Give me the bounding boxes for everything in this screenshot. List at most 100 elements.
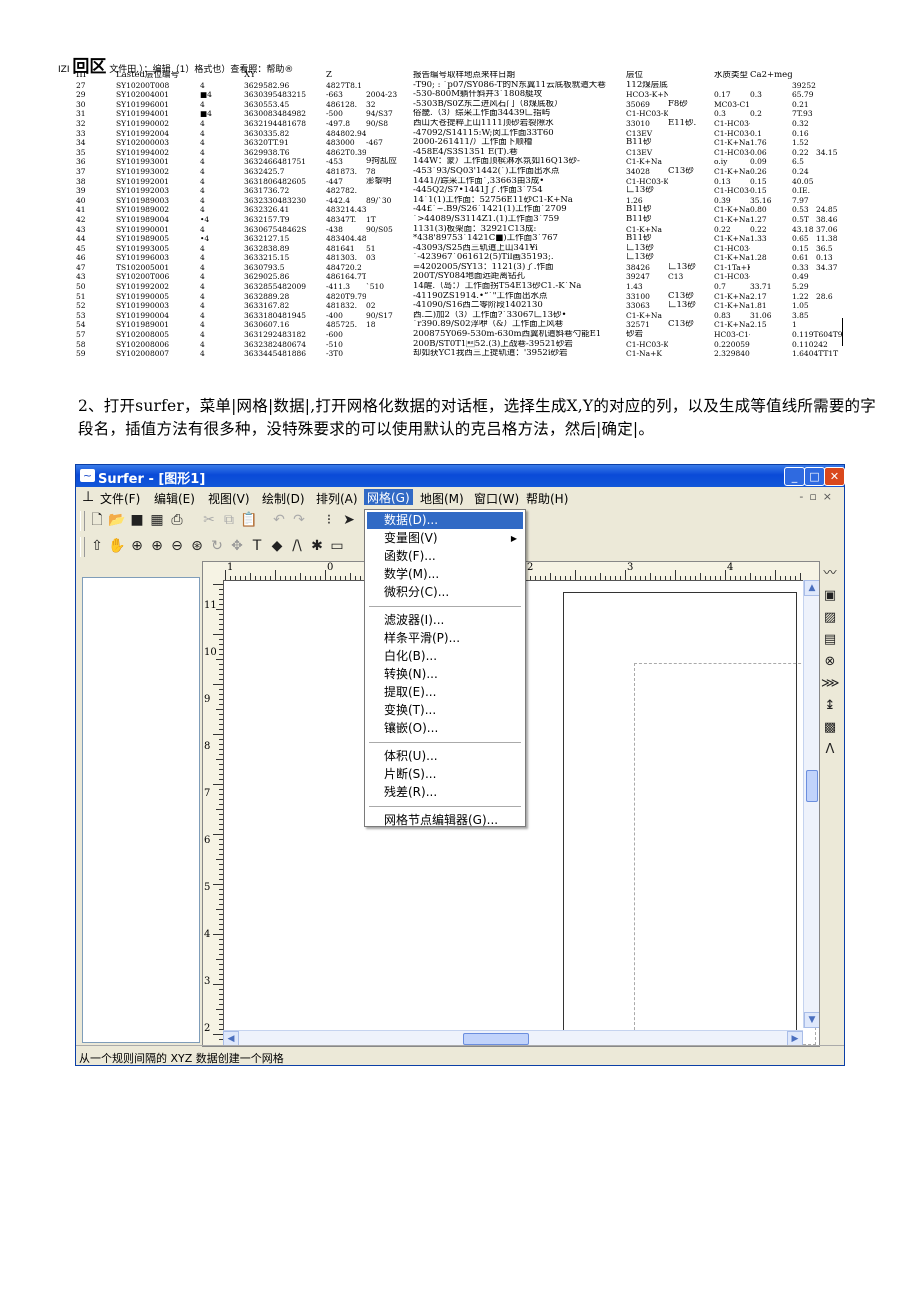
table-cell: 90/S17	[366, 310, 393, 320]
pan-hand-icon[interactable]: ✋	[108, 537, 126, 555]
open-folder-icon[interactable]: 📂	[108, 511, 126, 529]
classed-post-icon[interactable]: ⊗	[821, 653, 839, 671]
grid-menu-item[interactable]: 片断(S)...	[367, 766, 523, 783]
zoom-fit-icon[interactable]: ⊛	[188, 537, 206, 555]
symbol-icon[interactable]: ✱	[308, 537, 326, 555]
object-manager-icon[interactable]: ⁝	[320, 511, 338, 529]
base-map-icon[interactable]: ▣	[821, 587, 839, 605]
zoom-out-icon[interactable]: ⊖	[168, 537, 186, 555]
object-manager-panel[interactable]	[82, 577, 200, 1043]
maximize-button[interactable]: □	[804, 467, 825, 486]
menu-edit[interactable]: 编辑(E)	[154, 490, 195, 507]
ruler-label: 9	[204, 694, 211, 705]
table-row: 58 SY102008006 4 3632382480674 -510 200B/ST0T…	[76, 340, 846, 350]
text-icon[interactable]: T	[248, 537, 266, 555]
minimize-button[interactable]: _	[784, 467, 805, 486]
grid-menu-item[interactable]: 变换(T)...	[367, 702, 523, 719]
vertical-scroll-thumb[interactable]	[806, 770, 818, 802]
select-arrow-icon[interactable]: ➤	[340, 511, 358, 529]
grid-menu-item[interactable]: 数学(M)...	[367, 566, 523, 583]
table-cell: 144W：蒙）工作面顶槟淋水氛如16Q13砂-	[413, 157, 580, 167]
table-cell: SY101989003	[116, 195, 170, 205]
grid-menu-item[interactable]: 白化(B)...	[367, 648, 523, 665]
table-cell: C13砂	[668, 166, 694, 176]
arrow-up-icon[interactable]: ⇧	[88, 537, 106, 555]
close-button[interactable]: ✕	[824, 467, 845, 486]
reshape-icon[interactable]: ✥	[228, 537, 246, 555]
worksheet-icon[interactable]: ▦	[148, 511, 166, 529]
grid-menu-item[interactable]: 残差(R)...	[367, 784, 523, 801]
menu-arrange[interactable]: 排列(A)	[316, 490, 358, 507]
table-cell: 7.97	[792, 195, 809, 205]
grid-menu-item[interactable]: 体积(U)...	[367, 748, 523, 765]
menu-map[interactable]: 地图(M)	[420, 490, 464, 507]
grid-menu-item[interactable]: 微积分(C)...	[367, 584, 523, 601]
copy-icon[interactable]: ⧉	[220, 511, 238, 529]
table-cell: `r390.89/S02浮咿（&）工作面上风巷	[413, 320, 564, 330]
polygon-icon[interactable]: ◆	[268, 537, 286, 555]
table-cell: 4	[200, 301, 205, 311]
document-icon[interactable]: ⊥	[82, 489, 94, 505]
table-cell: 51	[76, 291, 86, 301]
menu-grid[interactable]: 网格(G)	[364, 489, 413, 505]
scroll-down-icon[interactable]: ▼	[804, 1012, 819, 1028]
vector-map-icon[interactable]: ⋙	[821, 675, 840, 693]
save-icon[interactable]: ■	[128, 511, 146, 529]
table-cell: 0.09	[750, 157, 767, 167]
redo-icon[interactable]: ↷	[290, 511, 308, 529]
table-cell: 4	[200, 320, 205, 330]
table-cell: 3632466481751	[244, 157, 307, 167]
mdi-controls[interactable]: -▫×	[799, 490, 838, 503]
menu-file[interactable]: 文件(F)	[100, 490, 140, 507]
print-icon[interactable]: ⎙	[168, 511, 186, 529]
grid-menu-item[interactable]: 网格节点编辑器(G)...	[367, 812, 523, 829]
horizontal-scroll-thumb[interactable]	[463, 1033, 529, 1045]
surface-3d-icon[interactable]: ▩	[821, 719, 839, 737]
grid-menu-item[interactable]: 数据(D)...	[367, 512, 523, 529]
table-cell: 6.5	[792, 157, 804, 167]
menu-help[interactable]: 帮助(H)	[526, 490, 568, 507]
table-cell: 50	[76, 282, 86, 292]
grid-menu-item[interactable]: 样条平滑(P)...	[367, 630, 523, 647]
table-cell: 65.79	[792, 90, 814, 100]
table-cell: B11砂	[626, 138, 652, 148]
table-cell: C13EV	[626, 128, 653, 138]
menu-window[interactable]: 窗口(W)	[474, 490, 519, 507]
table-cell: -442.4	[326, 195, 351, 205]
table-cell: 0.22	[750, 224, 767, 234]
grid-menu-item[interactable]: 提取(E)...	[367, 684, 523, 701]
grid-menu-item[interactable]: 滤波器(I)...	[367, 612, 523, 629]
paste-icon[interactable]: 📋	[240, 511, 258, 529]
zoom-in-icon[interactable]: ⊕	[148, 537, 166, 555]
menu-draw[interactable]: 绘制(D)	[262, 490, 305, 507]
grid-menu-item[interactable]: 函数(F)...	[367, 548, 523, 565]
table-row: 30 SY101996001 4 3630553.45 486128. 32 -5303B/…	[76, 100, 846, 110]
table-cell: SY101993002	[116, 166, 170, 176]
zoom-rect-icon[interactable]: ⊕	[128, 537, 146, 555]
wireframe-icon[interactable]: Λ	[821, 741, 839, 759]
table-cell: ■4	[200, 90, 212, 100]
new-file-icon[interactable]: 🗋	[88, 511, 106, 529]
cut-icon[interactable]: ✂	[200, 511, 218, 529]
table-cell: 4	[200, 205, 205, 215]
image-map-icon[interactable]: ▨	[821, 609, 839, 627]
post-map-icon[interactable]: ▤	[821, 631, 839, 649]
table-cell: 0.24	[792, 166, 809, 176]
grid-menu-item[interactable]: 变量图(V) ▶	[367, 530, 523, 547]
contour-map-icon[interactable]: 〰	[821, 565, 839, 583]
grid-menu-item[interactable]: 镶嵌(O)...	[367, 720, 523, 737]
table-cell: 1.27	[750, 214, 767, 224]
axis-icon[interactable]: ↨	[821, 697, 839, 715]
table-cell: 43	[76, 224, 86, 234]
menu-view[interactable]: 视图(V)	[208, 490, 250, 507]
rotate-icon[interactable]: ↻	[208, 537, 226, 555]
table-cell: 3629025.86	[244, 272, 290, 282]
polyline-icon[interactable]: /\	[288, 537, 306, 555]
table-cell: 3629582.96	[244, 80, 290, 90]
table-cell: 1.05	[792, 301, 809, 311]
table-cell: 3631292483182	[244, 330, 307, 340]
table-cell: C1-HC03-K+IU	[626, 176, 668, 186]
undo-icon[interactable]: ↶	[270, 511, 288, 529]
rectangle-icon[interactable]: ▭	[328, 537, 346, 555]
grid-menu-item[interactable]: 转换(N)...	[367, 666, 523, 683]
